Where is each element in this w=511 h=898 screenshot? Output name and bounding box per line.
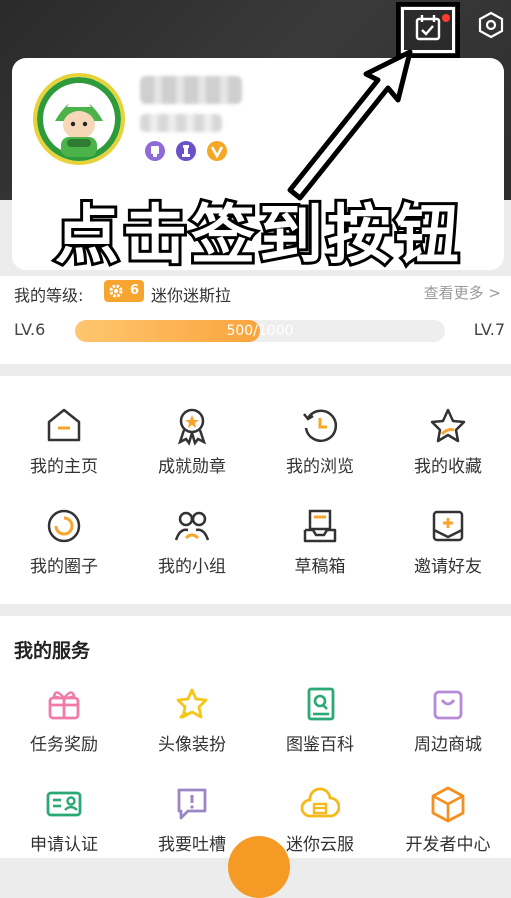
level-name: 迷你迷斯拉 (151, 286, 232, 305)
service-label: 开发者中心 (405, 835, 491, 855)
current-level: LV.6 (14, 320, 46, 339)
menu-item-favorites[interactable]: 我的收藏 (384, 376, 511, 477)
progress-text: 500/1000 (226, 323, 294, 339)
service-label: 申请认证 (30, 835, 98, 855)
menu-item-achievements[interactable]: 成就勋章 (128, 376, 256, 477)
menu-item-drafts[interactable]: 草稿箱 (256, 476, 384, 577)
menu-item-groups[interactable]: 我的小组 (128, 476, 256, 577)
service-label: 图鉴百科 (286, 735, 354, 755)
developer-cube-icon (431, 786, 465, 823)
menu-item-home[interactable]: 我的主页 (0, 376, 128, 477)
invite-card-icon (432, 510, 464, 542)
level-chip: 6 (104, 280, 144, 302)
level-panel: 我的等级: 6 迷你迷斯拉 查看更多 > LV.6 500/1000 LV.7 (0, 276, 511, 364)
calendar-sign-in-button[interactable] (396, 2, 460, 58)
purple-chess-badge[interactable] (175, 140, 197, 162)
menu-item-invite[interactable]: 邀请好友 (384, 476, 511, 577)
orange-v-badge[interactable] (206, 140, 228, 162)
menu-item-label: 我的主页 (30, 457, 98, 477)
service-avatar-dressup[interactable]: 头像装扮 (128, 654, 256, 755)
star-icon (430, 408, 466, 443)
id-card-icon (46, 791, 82, 817)
shopping-bag-icon (433, 690, 463, 720)
level-progress-bar: 500/1000 (75, 320, 445, 342)
hexagon-gear-icon[interactable] (476, 10, 506, 40)
menu-item-history[interactable]: 我的浏览 (256, 376, 384, 477)
annotation-text: 点击签到按钮 (52, 196, 463, 276)
gear-icon (109, 284, 123, 298)
service-apply-verification[interactable]: 申请认证 (0, 754, 128, 855)
level-chip-number: 6 (130, 283, 140, 298)
see-more-link[interactable]: 查看更多 > (424, 282, 501, 303)
home-icon (47, 408, 81, 442)
group-icon (174, 511, 210, 541)
menu-item-label: 我的圈子 (30, 557, 98, 577)
level-label: 我的等级: (14, 286, 84, 305)
sparkle-star-icon (176, 688, 208, 719)
menu-item-circles[interactable]: 我的圈子 (0, 476, 128, 577)
service-label: 周边商城 (414, 735, 482, 755)
menu-grid: 我的主页 成就勋章 我的浏览 我的收藏 我的圈子 我的小组 草稿箱 邀请好友 (0, 376, 511, 604)
username-blurred (140, 76, 242, 104)
service-label: 头像装扮 (158, 735, 226, 755)
service-feedback[interactable]: 我要吐槽 (128, 754, 256, 855)
green-hat-character-avatar (37, 77, 121, 161)
avatar[interactable] (33, 73, 125, 165)
menu-item-label: 邀请好友 (414, 557, 482, 577)
medal-icon (177, 408, 207, 446)
menu-item-label: 我的小组 (158, 557, 226, 577)
menu-item-label: 我的浏览 (286, 457, 354, 477)
drafts-tray-icon (303, 509, 337, 543)
gift-icon (48, 691, 80, 720)
menu-item-label: 成就勋章 (158, 457, 226, 477)
service-encyclopedia[interactable]: 图鉴百科 (256, 654, 384, 755)
feedback-bubble-icon (177, 788, 207, 820)
notification-dot (442, 14, 450, 22)
encyclopedia-book-icon (307, 687, 335, 721)
service-label: 任务奖励 (30, 735, 98, 755)
history-clock-icon (303, 409, 338, 442)
user-id-blurred (140, 114, 222, 132)
service-task-rewards[interactable]: 任务奖励 (0, 654, 128, 755)
service-merch-store[interactable]: 周边商城 (384, 654, 511, 755)
purple-trophy-badge[interactable] (144, 140, 166, 162)
cloud-server-icon (300, 787, 340, 818)
next-level: LV.7 (473, 320, 505, 339)
services-panel: 我的服务 任务奖励 头像装扮 图鉴百科 周边商城 申请认证 我要吐槽 迷你云服 … (0, 616, 511, 858)
calendar-check-icon (415, 15, 441, 41)
center-action-button[interactable] (228, 836, 290, 898)
circle-icon (47, 509, 81, 543)
service-cloud-server[interactable]: 迷你云服 (256, 754, 384, 855)
menu-item-label: 我的收藏 (414, 457, 482, 477)
service-developer-center[interactable]: 开发者中心 (384, 754, 511, 855)
menu-item-label: 草稿箱 (294, 557, 346, 577)
